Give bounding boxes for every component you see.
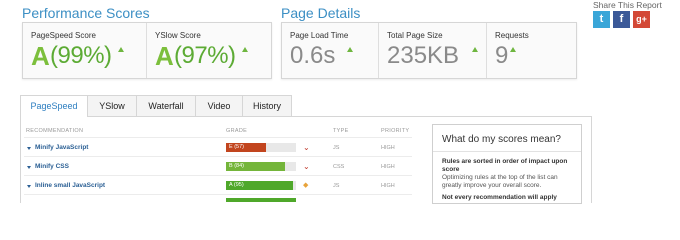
yslow-score-cell: YSlow Score A (97%) [146,23,271,78]
grade-bar-fill [226,198,296,202]
expand-arrow-icon[interactable] [27,185,31,188]
page-size-value: 235KB [387,42,460,69]
page-details-title: Page Details [281,5,361,21]
neutral-diamond-icon: ◆ [303,182,309,189]
scores-help-subheading: Not every recommendation will apply [442,194,557,201]
priority-cell: HIGH [381,183,395,189]
pagespeed-grade: A [31,41,50,71]
expand-arrow-icon[interactable] [27,166,31,169]
trend-up-icon [510,47,516,52]
scores-help-heading: Rules are sorted in order of impact upon… [442,158,568,173]
grade-bar [226,198,296,202]
trend-up-icon [472,47,478,52]
grade-bar-text: E (57) [229,144,244,150]
grade-bar: E (57) [226,143,296,152]
pagespeed-score-label: PageSpeed Score [31,31,96,40]
requests-cell: Requests 9 [486,23,576,78]
grade-bar-text: A (95) [229,182,244,188]
performance-scores-card: PageSpeed Score A (99%) YSlow Score A (9… [22,22,272,79]
divider [24,137,412,138]
pagespeed-percent: (99%) [50,42,112,69]
trend-down-icon: ⌄ [303,162,310,171]
trend-down-icon: ⌄ [303,143,310,152]
rule-name-link[interactable]: Inline small JavaScript [35,182,105,189]
type-cell: JS [333,183,340,189]
load-time-label: Page Load Time [290,31,349,40]
google-plus-icon[interactable]: g+ [633,11,650,28]
priority-cell: HIGH [381,145,395,151]
page-details-card: Page Load Time 0.6s Total Page Size 235K… [281,22,577,79]
tab-waterfall[interactable]: Waterfall [136,95,196,116]
performance-scores-title: Performance Scores [22,5,150,21]
trend-up-icon [242,47,248,52]
yslow-grade: A [155,41,174,71]
scores-help-title: What do my scores mean? [442,134,561,145]
divider [433,151,581,152]
yslow-score-label: YSlow Score [155,31,201,40]
grade-bar: A (95) [226,181,296,190]
divider [24,156,412,157]
tab-history[interactable]: History [242,95,292,116]
priority-cell: HIGH [381,164,395,170]
tab-video[interactable]: Video [195,95,243,116]
load-time-cell: Page Load Time 0.6s [282,23,378,78]
page-size-label: Total Page Size [387,31,443,40]
type-cell: CSS [333,164,345,170]
grade-bar-text: B (84) [229,163,244,169]
divider [24,194,412,195]
twitter-icon[interactable]: t [593,11,610,28]
share-title: Share This Report [593,0,662,10]
scores-help-box: What do my scores mean? Rules are sorted… [432,124,582,204]
requests-label: Requests [495,31,529,40]
page-size-cell: Total Page Size 235KB [378,23,487,78]
column-header-type: TYPE [333,128,349,134]
column-header-priority: PRIORITY [381,128,410,134]
tab-yslow[interactable]: YSlow [87,95,137,116]
column-header-grade: GRADE [226,128,248,134]
yslow-percent: (97%) [174,42,236,69]
pagespeed-score-cell: PageSpeed Score A (99%) [23,23,146,78]
expand-arrow-icon[interactable] [27,147,31,150]
scores-help-text: Optimizing rules at the top of the list … [442,174,558,189]
requests-value: 9 [495,42,509,69]
trend-up-icon [347,47,353,52]
divider [24,175,412,176]
rule-name-link[interactable]: Minify CSS [35,163,69,170]
trend-up-icon [118,47,124,52]
tab-pagespeed[interactable]: PageSpeed [20,95,88,117]
type-cell: JS [333,145,340,151]
grade-bar: B (84) [226,162,296,171]
load-time-value: 0.6s [290,42,336,69]
facebook-icon[interactable]: f [613,11,630,28]
rule-name-link[interactable]: Minify JavaScript [35,144,88,151]
column-header-recommendation: RECOMMENDATION [26,128,84,134]
